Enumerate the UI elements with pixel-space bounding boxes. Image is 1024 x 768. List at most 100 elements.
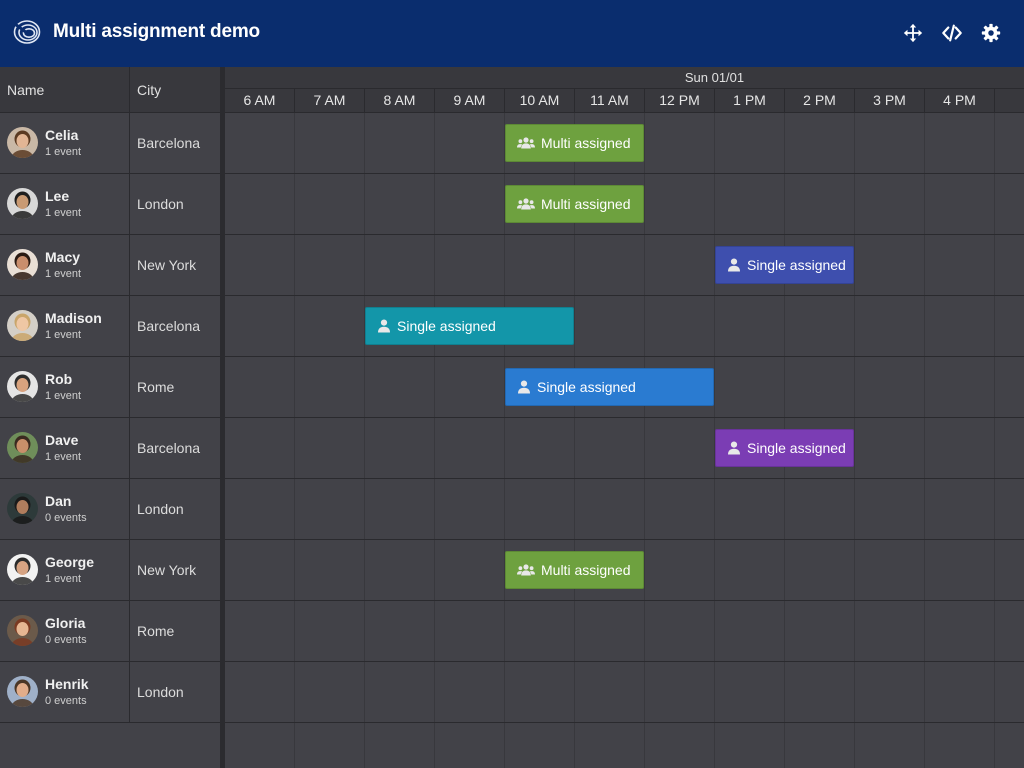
time-tick: 8 AM — [365, 89, 435, 112]
event-bar[interactable]: Single assigned — [715, 246, 854, 284]
code-icon[interactable] — [941, 22, 963, 44]
time-tick: 3 PM — [855, 89, 925, 112]
row-gridline — [225, 417, 1024, 418]
time-tick: 11 AM — [575, 89, 645, 112]
resource-name: Gloria — [45, 615, 86, 631]
timeline: Sun 01/01 6 AM 7 AM 8 AM 9 AM 10 AM 11 AM 12 P… — [225, 67, 1024, 768]
event-label: Multi assigned — [541, 196, 631, 212]
avatar — [7, 371, 38, 402]
resource-city: New York — [137, 562, 197, 578]
resource-name: Henrik — [45, 676, 89, 692]
time-tick: 4 PM — [925, 89, 995, 112]
row-gridline — [225, 722, 1024, 723]
resource-city: London — [137, 501, 184, 517]
resource-row[interactable]: Dave 1 event Barcelona — [0, 418, 220, 479]
resource-city: Barcelona — [137, 440, 201, 456]
event-label: Multi assigned — [541, 562, 631, 578]
resource-row[interactable]: Dan 0 events London — [0, 479, 220, 540]
row-gridline — [225, 356, 1024, 357]
resource-name: Lee — [45, 188, 70, 204]
time-gridline — [294, 113, 295, 768]
users-icon — [517, 197, 535, 211]
app-title: Multi assignment demo — [53, 21, 260, 42]
resource-row[interactable]: Henrik 0 events London — [0, 662, 220, 723]
time-gridline — [854, 113, 855, 768]
resource-name: George — [45, 554, 95, 570]
event-count: 1 event — [45, 207, 82, 219]
resource-city: London — [137, 684, 184, 700]
avatar — [7, 554, 38, 585]
avatar — [7, 249, 38, 280]
resource-row[interactable]: Gloria 0 events Rome — [0, 601, 220, 662]
resource-row[interactable]: George 1 event New York — [0, 540, 220, 601]
users-icon — [517, 563, 535, 577]
resource-row[interactable]: Lee 1 event London — [0, 174, 220, 235]
event-count: 1 event — [45, 268, 82, 280]
user-icon — [517, 380, 531, 394]
resource-city: Rome — [137, 379, 175, 395]
resource-name: Macy — [45, 249, 81, 265]
resource-row[interactable]: Madison 1 event Barcelona — [0, 296, 220, 357]
time-gridline — [924, 113, 925, 768]
user-icon — [377, 319, 391, 333]
resource-grid: Name City Celia 1 event Barcelona Lee 1 even… — [0, 67, 220, 768]
avatar — [7, 493, 38, 524]
user-icon — [727, 441, 741, 455]
move-icon[interactable] — [902, 22, 924, 44]
row-gridline — [225, 661, 1024, 662]
avatar — [7, 676, 38, 707]
avatar — [7, 432, 38, 463]
time-gridline — [644, 113, 645, 768]
time-gridline — [434, 113, 435, 768]
resource-row[interactable]: Rob 1 event Rome — [0, 357, 220, 418]
row-gridline — [225, 295, 1024, 296]
resource-city: Rome — [137, 623, 175, 639]
row-gridline — [225, 600, 1024, 601]
event-bar[interactable]: Multi assigned — [505, 551, 644, 589]
time-tick: 9 AM — [435, 89, 505, 112]
time-tick: 7 AM — [295, 89, 365, 112]
avatar — [7, 188, 38, 219]
logo-icon — [13, 18, 41, 46]
avatar — [7, 310, 38, 341]
time-tick: 6 AM — [225, 89, 295, 112]
event-bar[interactable]: Multi assigned — [505, 124, 644, 162]
event-bar[interactable]: Multi assigned — [505, 185, 644, 223]
time-tick: 10 AM — [505, 89, 575, 112]
resource-name: Dave — [45, 432, 79, 448]
event-bar[interactable]: Single assigned — [505, 368, 714, 406]
event-label: Single assigned — [397, 318, 496, 334]
grid-header: Name City — [0, 67, 220, 113]
resource-name: Rob — [45, 371, 73, 387]
row-gridline — [225, 173, 1024, 174]
resource-city: Barcelona — [137, 135, 201, 151]
resource-name: Madison — [45, 310, 102, 326]
gear-icon[interactable] — [980, 22, 1002, 44]
row-gridline — [225, 478, 1024, 479]
event-label: Single assigned — [747, 440, 846, 456]
time-gridline — [994, 113, 995, 768]
time-tick: 12 PM — [645, 89, 715, 112]
event-bar[interactable]: Single assigned — [365, 307, 574, 345]
app-header: Multi assignment demo — [0, 0, 1024, 67]
resource-city: Barcelona — [137, 318, 201, 334]
resource-row[interactable]: Celia 1 event Barcelona — [0, 113, 220, 174]
time-tick: 1 PM — [715, 89, 785, 112]
resource-row[interactable]: Macy 1 event New York — [0, 235, 220, 296]
event-count: 1 event — [45, 146, 82, 158]
resource-name: Celia — [45, 127, 79, 143]
scheduler: Name City Celia 1 event Barcelona Lee 1 even… — [0, 67, 1024, 768]
time-tick: 2 PM — [785, 89, 855, 112]
row-gridline — [225, 234, 1024, 235]
time-tick: 5 — [995, 89, 1024, 112]
timeline-header: Sun 01/01 6 AM 7 AM 8 AM 9 AM 10 AM 11 AM 12 P… — [225, 67, 1024, 113]
resource-city: London — [137, 196, 184, 212]
column-header-city[interactable]: City — [137, 82, 161, 98]
column-header-name[interactable]: Name — [7, 82, 44, 98]
user-icon — [727, 258, 741, 272]
avatar — [7, 127, 38, 158]
users-icon — [517, 136, 535, 150]
time-gridline — [364, 113, 365, 768]
resource-name: Dan — [45, 493, 72, 509]
event-bar[interactable]: Single assigned — [715, 429, 854, 467]
